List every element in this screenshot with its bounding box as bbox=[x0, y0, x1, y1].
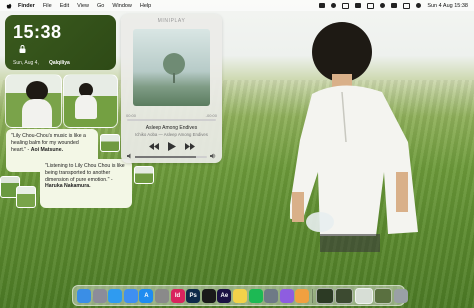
dock-app-label: Ps bbox=[189, 292, 197, 299]
dock-trash-icon[interactable] bbox=[393, 288, 408, 303]
dock-separator bbox=[311, 288, 313, 303]
thumbnail-photo[interactable] bbox=[16, 186, 36, 208]
dock-window-thumb-4[interactable] bbox=[374, 287, 393, 304]
dock-notes-icon[interactable] bbox=[232, 288, 247, 303]
dock-mail-icon[interactable] bbox=[123, 288, 138, 303]
clock-time: 15:38 bbox=[13, 22, 62, 42]
clock-location: Qalqiliya bbox=[49, 60, 70, 66]
dock-safari-icon[interactable] bbox=[108, 288, 123, 303]
status-app-icon[interactable] bbox=[319, 3, 326, 8]
menu-window[interactable]: Window bbox=[112, 3, 132, 9]
menu-clock[interactable]: Sun 4 Aug 15:38 bbox=[427, 3, 468, 9]
artwork-tree bbox=[163, 53, 185, 75]
dock-app-label: Ae bbox=[220, 292, 229, 299]
dock-infuse-icon[interactable] bbox=[279, 288, 294, 303]
menu-bar: Finder File Edit View Go Window Help Sun… bbox=[0, 0, 474, 11]
wallpaper-person bbox=[290, 22, 418, 252]
wifi-icon[interactable] bbox=[380, 3, 386, 8]
dock-window-thumb-2[interactable] bbox=[335, 287, 354, 304]
volume-high-icon bbox=[210, 153, 216, 159]
search-icon[interactable] bbox=[391, 3, 398, 8]
artwork-tree-trunk bbox=[173, 73, 175, 83]
album-artwork bbox=[133, 29, 210, 106]
dock-photos-icon[interactable] bbox=[295, 288, 310, 303]
dock-after-effects-icon[interactable]: Ae bbox=[217, 288, 232, 303]
battery-icon[interactable] bbox=[367, 2, 375, 9]
volume-low-icon bbox=[127, 153, 131, 159]
playback-controls bbox=[121, 140, 222, 152]
playback-progress[interactable] bbox=[127, 119, 216, 121]
menu-go[interactable]: Go bbox=[97, 3, 104, 9]
display-icon[interactable] bbox=[342, 2, 350, 9]
record-icon[interactable] bbox=[355, 3, 362, 8]
miniplayer-widget[interactable]: MINIPLAY 00:00 -00:00 Asleep Among Endiv… bbox=[121, 14, 222, 163]
play-icon[interactable] bbox=[167, 141, 176, 151]
quote-widget-2[interactable]: "Listening to Lily Chou Chou is like bei… bbox=[40, 159, 132, 208]
volume-fill bbox=[135, 156, 197, 158]
lock-icon bbox=[19, 45, 26, 53]
thumbnail-photo[interactable] bbox=[134, 166, 154, 184]
rewind-icon[interactable] bbox=[148, 142, 159, 150]
track-artist: Ichiko Aoba — Asleep Among Endives bbox=[135, 132, 208, 137]
elapsed-time: 00:00 bbox=[126, 113, 137, 118]
remaining-time: -00:00 bbox=[205, 113, 217, 118]
dock-window-thumb-3[interactable] bbox=[354, 287, 373, 304]
quote-author: Haruka Nakamura. bbox=[45, 183, 91, 190]
fast-forward-icon[interactable] bbox=[184, 142, 195, 150]
photo-figure-body bbox=[22, 99, 52, 127]
photo-widget-1[interactable] bbox=[5, 74, 62, 128]
menu-file[interactable]: File bbox=[43, 3, 52, 9]
menu-help[interactable]: Help bbox=[140, 3, 151, 9]
apple-menu-icon[interactable] bbox=[6, 3, 12, 9]
photo-figure-body bbox=[75, 95, 97, 119]
volume-slider[interactable] bbox=[135, 156, 207, 158]
dock-spotify-icon[interactable] bbox=[248, 288, 263, 303]
menu-view[interactable]: View bbox=[77, 3, 89, 9]
dock-indesign-icon[interactable]: Id bbox=[170, 288, 185, 303]
dock-photoshop-icon[interactable]: Ps bbox=[186, 288, 201, 303]
dock-finder-icon[interactable] bbox=[77, 288, 91, 303]
photo-figure bbox=[26, 81, 48, 101]
track-title: Asleep Among Endives bbox=[145, 125, 198, 131]
quote-author: Aoi Matsune. bbox=[30, 146, 64, 153]
dock: A Id Ps Ae bbox=[72, 285, 408, 306]
clock-date: Sun, Aug 4, bbox=[13, 60, 39, 66]
quote-text: "Listening to Lily Chou Chou is like bei… bbox=[45, 163, 125, 183]
clock-widget[interactable]: 15:38 Sun, Aug 4, Qalqiliya bbox=[5, 15, 116, 70]
siri-icon[interactable] bbox=[416, 3, 422, 8]
dock-launchpad-icon[interactable] bbox=[92, 288, 107, 303]
control-center-icon[interactable] bbox=[403, 2, 411, 9]
dock-app-label: A bbox=[144, 292, 149, 299]
dock-app-store-icon[interactable]: A bbox=[139, 288, 154, 303]
dock-window-thumb-1[interactable] bbox=[315, 287, 334, 304]
photo-widget-2[interactable] bbox=[63, 74, 118, 128]
dock-app-gray-icon[interactable] bbox=[264, 288, 279, 303]
miniplayer-title: MINIPLAY bbox=[157, 18, 186, 24]
status-circle-icon[interactable] bbox=[331, 3, 337, 8]
menu-app-name[interactable]: Finder bbox=[18, 3, 35, 9]
dock-app-black-icon[interactable] bbox=[201, 288, 216, 303]
thumbnail-photo[interactable] bbox=[100, 134, 120, 152]
dock-system-settings-icon[interactable] bbox=[154, 288, 169, 303]
dock-app-label: Id bbox=[174, 292, 181, 299]
menu-edit[interactable]: Edit bbox=[60, 3, 69, 9]
